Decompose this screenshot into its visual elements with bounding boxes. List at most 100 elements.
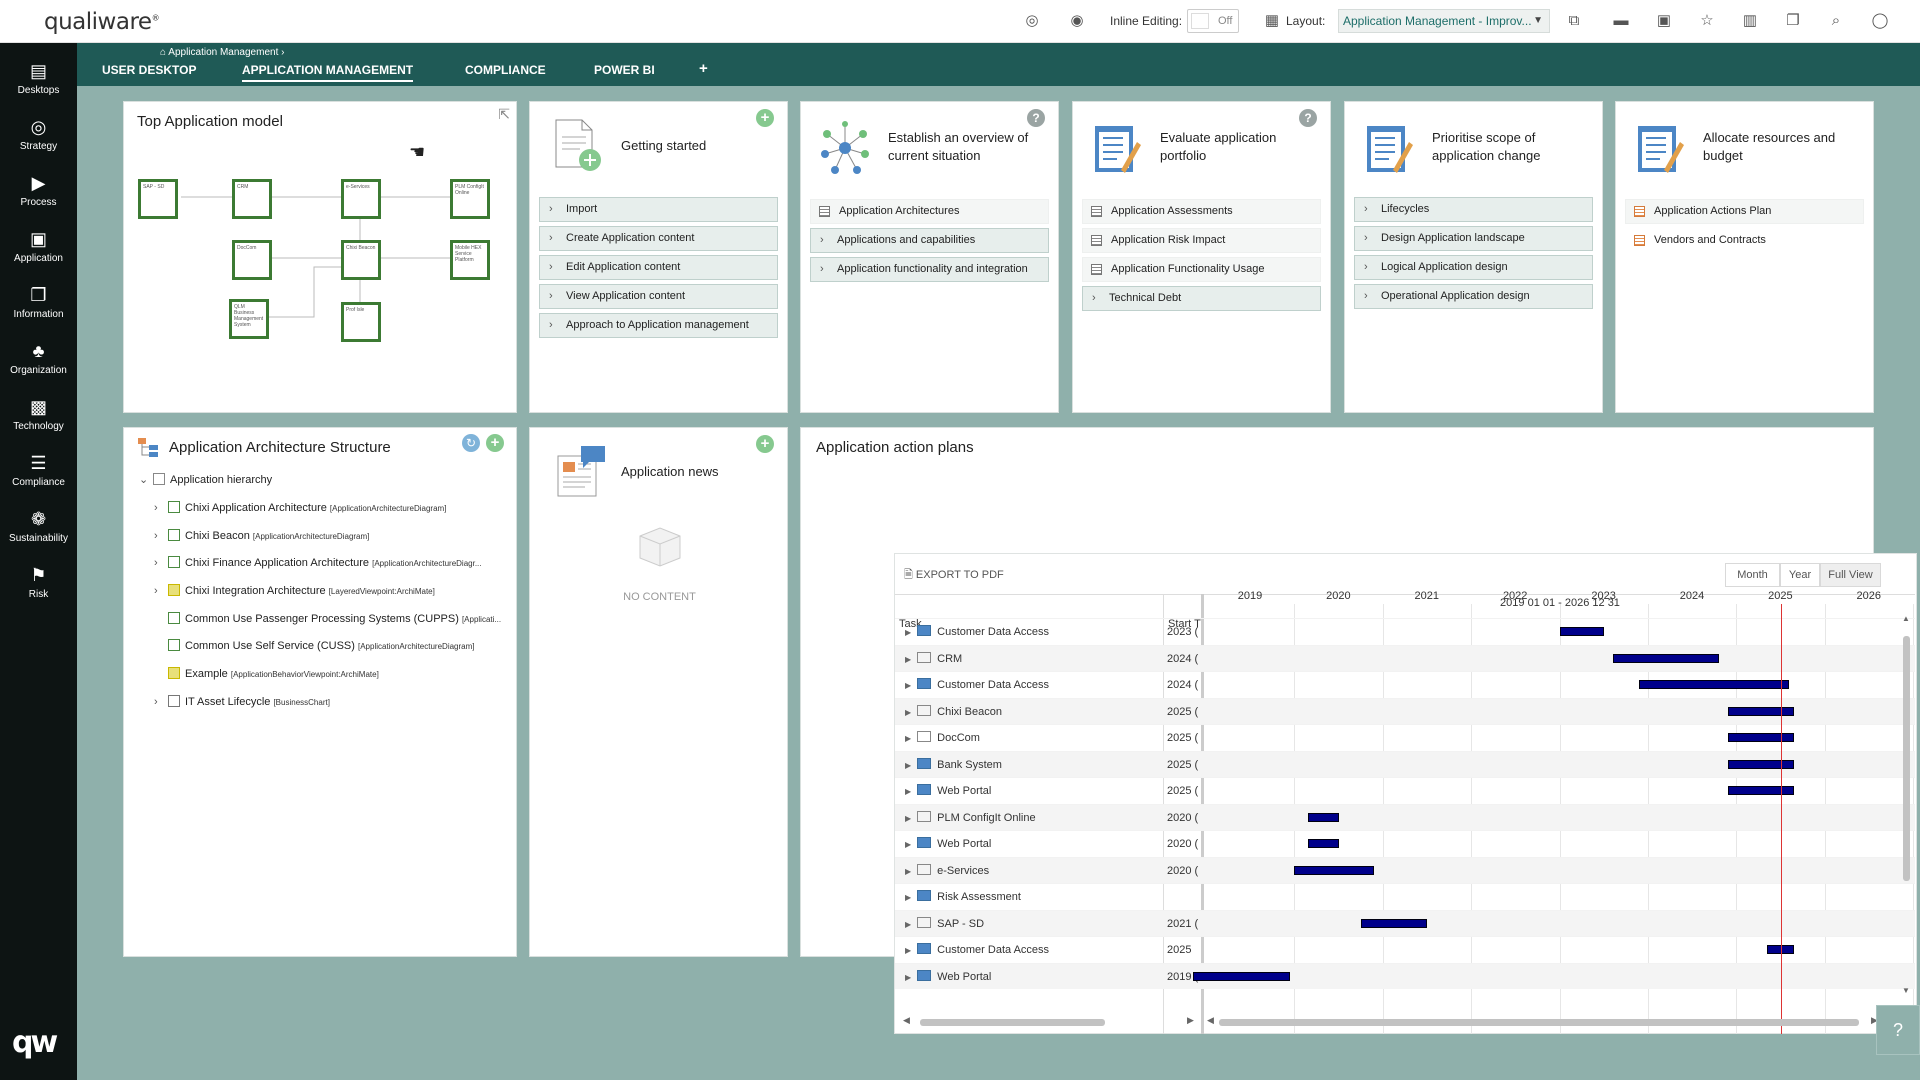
timeline-horizontal-scrollbar[interactable]: ◀ ▶	[1207, 1015, 1907, 1029]
star-icon[interactable]: ☆	[1697, 11, 1717, 31]
user-icon[interactable]: ◯	[1870, 11, 1890, 31]
menu-item-app-functionality[interactable]: › Application functionality and integrati…	[810, 257, 1049, 282]
gantt-bar[interactable]	[1360, 918, 1427, 928]
layout-settings-icon[interactable]: ⧉	[1564, 11, 1584, 31]
expand-icon[interactable]: ▶	[905, 628, 911, 637]
gantt-bar[interactable]	[1612, 653, 1719, 663]
menu-item-technical-debt[interactable]: › Technical Debt	[1082, 286, 1321, 311]
model-box[interactable]: CRM	[232, 179, 272, 219]
tab-power-bi[interactable]: POWER BI	[594, 63, 655, 80]
scroll-left-icon[interactable]: ◀	[1207, 1015, 1214, 1026]
menu-item-import[interactable]: › Import	[539, 197, 778, 222]
model-box[interactable]: e-Services	[341, 179, 381, 219]
menu-item-apps-capabilities[interactable]: › Applications and capabilities	[810, 228, 1049, 253]
add-button[interactable]: +	[756, 109, 774, 127]
expand-icon[interactable]: ▶	[905, 946, 911, 955]
menu-item-lifecycles[interactable]: › Lifecycles	[1354, 197, 1593, 222]
tree-row[interactable]: Example [ApplicationBehaviorViewpoint:Ar…	[168, 664, 379, 684]
gantt-row[interactable]: ▶ CRM 2024 (	[895, 644, 1915, 671]
sidebar-item-compliance[interactable]: ☰ Compliance	[0, 452, 77, 504]
vertical-scrollbar[interactable]: ▲ ▼	[1901, 614, 1911, 1014]
menu-item-approach[interactable]: › Approach to Application management	[539, 313, 778, 338]
sidebar-item-organization[interactable]: ♣ Organization	[0, 340, 77, 392]
gantt-bar[interactable]	[1192, 971, 1290, 981]
view-full-button[interactable]: Full View	[1820, 563, 1881, 587]
gantt-bar[interactable]	[1727, 733, 1794, 742]
menu-item-functionality-usage[interactable]: Application Functionality Usage	[1082, 257, 1321, 282]
sidebar-item-application[interactable]: ▣ Application	[0, 228, 77, 280]
model-box[interactable]: DocCom	[232, 240, 272, 280]
qualiware-logo[interactable]: qualiware®	[44, 9, 160, 35]
expand-icon[interactable]: ▶	[905, 655, 911, 664]
tree-root[interactable]: ⌄ Application hierarchy	[139, 470, 272, 490]
menu-item-logical-design[interactable]: › Logical Application design	[1354, 255, 1593, 280]
gantt-bar[interactable]	[1307, 839, 1339, 848]
sidebar-item-information[interactable]: ❐ Information	[0, 284, 77, 336]
expand-icon[interactable]: ▶	[905, 867, 911, 876]
menu-item-risk-impact[interactable]: Application Risk Impact	[1082, 228, 1321, 253]
tab-user-desktop[interactable]: USER DESKTOP	[102, 63, 196, 80]
sidebar-item-process[interactable]: ▶ Process	[0, 172, 77, 224]
scrollbar-thumb[interactable]	[1903, 636, 1910, 881]
add-tab-button[interactable]: +	[699, 60, 708, 80]
menu-item-app-architectures[interactable]: Application Architectures	[810, 199, 1049, 224]
scroll-right-icon[interactable]: ▶	[1187, 1015, 1194, 1026]
tree-row[interactable]: › Chixi Finance Application Architecture …	[154, 553, 482, 573]
expand-icon[interactable]: ▶	[905, 734, 911, 743]
menu-item-view-content[interactable]: › View Application content	[539, 284, 778, 309]
add-button[interactable]: +	[486, 434, 504, 452]
scrollbar-thumb[interactable]	[1219, 1019, 1859, 1026]
eye-icon[interactable]: ◉	[1067, 11, 1087, 31]
menu-item-design-landscape[interactable]: › Design Application landscape	[1354, 226, 1593, 251]
tab-application-management[interactable]: APPLICATION MANAGEMENT	[242, 63, 414, 82]
inline-editing-toggle[interactable]: Off	[1187, 9, 1239, 33]
expand-icon[interactable]: ▶	[905, 973, 911, 982]
gantt-row[interactable]: ▶ Risk Assessment	[895, 883, 1915, 909]
expand-icon[interactable]: ▶	[905, 787, 911, 796]
gantt-row[interactable]: ▶ Web Portal 2020 (	[895, 830, 1915, 856]
model-box[interactable]: PLM ConfigIt Online	[450, 179, 490, 219]
model-box[interactable]: Chixi Beacon	[341, 240, 381, 280]
help-icon[interactable]: ?	[1027, 109, 1045, 127]
menu-item-assessments[interactable]: Application Assessments	[1082, 199, 1321, 224]
gantt-row[interactable]: ▶ e-Services 2020 (	[895, 856, 1915, 883]
model-box[interactable]: Prof Isle	[341, 302, 381, 342]
gantt-row[interactable]: ▶ Web Portal 2019 (	[895, 962, 1915, 989]
sidebar-item-risk[interactable]: ⚑ Risk	[0, 564, 77, 616]
expand-icon[interactable]: ▶	[905, 840, 911, 849]
scrollbar-thumb[interactable]	[920, 1019, 1105, 1026]
menu-item-create-content[interactable]: › Create Application content	[539, 226, 778, 251]
sidebar-item-desktops[interactable]: ▤ Desktops	[0, 60, 77, 112]
search-icon[interactable]: ⌕	[1826, 11, 1846, 31]
gantt-bar[interactable]	[1727, 759, 1794, 769]
expand-icon[interactable]: ▶	[905, 708, 911, 717]
expand-icon[interactable]: ▶	[905, 920, 911, 929]
tree-row[interactable]: › Chixi Beacon [ApplicationArchitectureDi…	[154, 526, 369, 546]
view-year-button[interactable]: Year	[1780, 563, 1820, 587]
expand-icon[interactable]: ▶	[905, 761, 911, 770]
model-box[interactable]: QLM Business Management System	[229, 299, 269, 339]
task-horizontal-scrollbar[interactable]: ◀ ▶	[900, 1015, 1200, 1029]
layout-select[interactable]: Application Management - Improv... ▼	[1338, 9, 1550, 33]
folder-icon[interactable]: ▬	[1611, 11, 1631, 31]
gantt-row[interactable]: ▶ Customer Data Access 2025	[895, 936, 1915, 962]
gantt-bar[interactable]	[1639, 680, 1790, 689]
globe-icon[interactable]: ◎	[1022, 11, 1042, 31]
tab-compliance[interactable]: COMPLIANCE	[465, 63, 546, 80]
gantt-bar[interactable]	[1559, 627, 1604, 636]
sidebar-item-sustainability[interactable]: ❁ Sustainability	[0, 508, 77, 560]
export-pdf-button[interactable]: 🗎 EXPORT TO PDF	[904, 566, 1004, 585]
tree-row[interactable]: Common Use Self Service (CUSS) [Applicat…	[168, 636, 475, 656]
gantt-row[interactable]: ▶ Customer Data Access 2023 (	[895, 618, 1915, 644]
model-box[interactable]: SAP - SD	[138, 179, 178, 219]
tree-row[interactable]: Common Use Passenger Processing Systems …	[168, 609, 501, 629]
gantt-bar[interactable]	[1727, 706, 1794, 716]
tree-row[interactable]: › Chixi Integration Architecture [Layered…	[154, 581, 435, 601]
menu-item-vendors-contracts[interactable]: Vendors and Contracts	[1625, 228, 1864, 253]
sidebar-item-technology[interactable]: ▩ Technology	[0, 396, 77, 448]
help-button[interactable]: ?	[1876, 1005, 1920, 1055]
menu-item-operational-design[interactable]: › Operational Application design	[1354, 284, 1593, 309]
add-button[interactable]: +	[756, 435, 774, 453]
model-box[interactable]: Mobile HEX Service Platform	[450, 240, 490, 280]
scroll-left-icon[interactable]: ◀	[903, 1015, 910, 1026]
